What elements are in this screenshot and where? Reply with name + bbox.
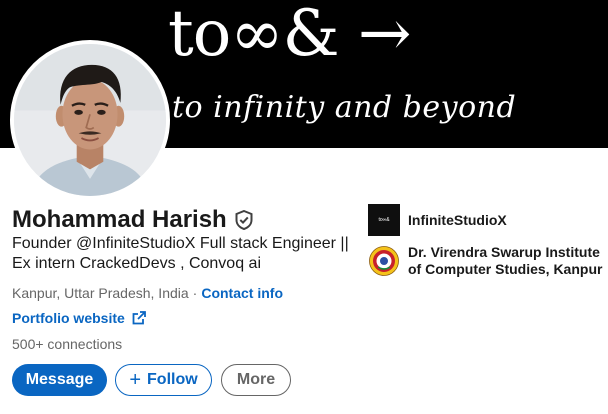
banner-tagline: to infinity and beyond bbox=[172, 90, 517, 125]
institute-name: Dr. Virendra Swarup Institute of Compute… bbox=[408, 244, 603, 277]
name-row: Mohammad Harish bbox=[12, 204, 255, 236]
profile-headline: Founder @InfiniteStudioX Full stack Engi… bbox=[12, 235, 349, 272]
profile-location: Kanpur, Uttar Pradesh, India bbox=[12, 285, 189, 301]
connections-count[interactable]: 500+ connections bbox=[12, 335, 122, 353]
message-button-label: Message bbox=[25, 371, 94, 388]
location-separator: · bbox=[192, 285, 198, 301]
portfolio-website-link[interactable]: Portfolio website bbox=[12, 309, 146, 327]
follow-button-label: Follow bbox=[147, 371, 198, 388]
banner-logo-text: to∞& → bbox=[168, 0, 411, 71]
current-company-link[interactable]: to∞& InfiniteStudioX bbox=[368, 204, 608, 236]
portfolio-label: Portfolio website bbox=[12, 310, 125, 326]
education-link[interactable]: Dr. Virendra Swarup Institute of Compute… bbox=[368, 244, 608, 278]
contact-info-link[interactable]: Contact info bbox=[201, 285, 283, 301]
verified-shield-icon[interactable] bbox=[235, 209, 255, 231]
infinitestudiox-logo-text: to∞& bbox=[378, 217, 390, 223]
more-button-label: More bbox=[236, 371, 276, 388]
avatar[interactable] bbox=[10, 40, 170, 200]
plus-icon: + bbox=[129, 369, 142, 391]
external-link-icon bbox=[132, 311, 146, 325]
infinitestudiox-logo-icon: to∞& bbox=[368, 204, 400, 236]
message-button[interactable]: Message bbox=[12, 364, 107, 396]
institute-seal-logo-icon bbox=[368, 245, 400, 277]
company-name: InfiniteStudioX bbox=[408, 211, 507, 228]
avatar-photo bbox=[14, 44, 166, 196]
more-button[interactable]: More bbox=[221, 364, 291, 396]
profile-name: Mohammad Harish bbox=[12, 206, 227, 233]
follow-button[interactable]: + Follow bbox=[115, 364, 212, 396]
location-row: Kanpur, Uttar Pradesh, India · Contact inf… bbox=[12, 284, 283, 302]
